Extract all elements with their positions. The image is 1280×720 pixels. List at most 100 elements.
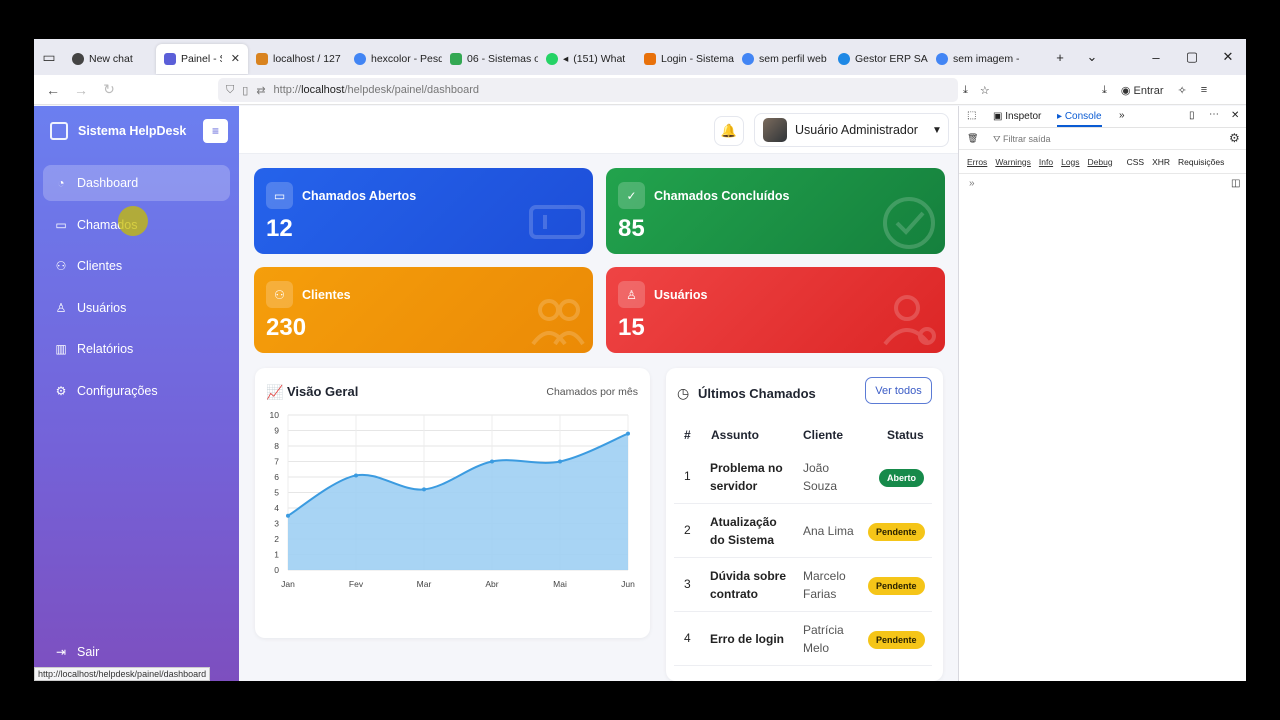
sidebar-item-label: Clientes <box>77 259 123 273</box>
x-tick-label: Mar <box>417 579 432 589</box>
category-logs[interactable]: Logs <box>1061 157 1079 167</box>
status-badge: Pendente <box>868 631 925 649</box>
user-menu[interactable]: Usuário Administrador ▼ <box>754 113 949 147</box>
logout-label: Sair <box>77 645 100 659</box>
tab-label: Login - Sistema <box>661 52 734 65</box>
forward-icon[interactable]: → <box>67 76 95 104</box>
tab-favicon-icon <box>936 52 948 65</box>
extensions-icon[interactable]: ✧ <box>1178 84 1187 97</box>
ticket-client: Ana Lima <box>803 524 854 538</box>
more-options-icon[interactable]: ⋯ <box>1209 109 1219 120</box>
data-point <box>422 487 426 492</box>
tab-login[interactable]: Login - Sistema <box>636 44 734 74</box>
sidebar-item-dashboard[interactable]: ◔ Dashboard <box>43 165 230 201</box>
console-filter-input[interactable] <box>1003 131 1193 147</box>
logout-button[interactable]: ⇥ Sair <box>43 634 230 670</box>
gear-icon[interactable]: ⚙ <box>1229 131 1240 145</box>
ticket-number: 4 <box>684 631 691 645</box>
address-bar[interactable]: ⛉ ▯ ⇄ http://localhost/helpdesk/painel/d… <box>218 78 958 102</box>
ticket-number: 2 <box>684 523 691 537</box>
minimize-icon[interactable]: – <box>1138 39 1174 75</box>
overview-title: Visão Geral <box>287 384 359 399</box>
category-css[interactable]: CSS <box>1127 157 1144 167</box>
tab-sem-perfil[interactable]: sem perfil web <box>734 44 830 74</box>
reload-icon[interactable]: ↻ <box>95 76 123 104</box>
downloads-icon[interactable]: ⤓ <box>1102 84 1107 97</box>
table-row[interactable]: 3 Dúvida sobre contrato Marcelo Farias P… <box>674 558 932 612</box>
tab-localhost[interactable]: localhost / 127 <box>248 44 346 74</box>
bell-icon[interactable]: 🔔 <box>714 116 744 146</box>
tab-inspector[interactable]: ▣ Inspetor <box>993 111 1041 122</box>
menu-icon[interactable]: ≡ <box>1201 84 1207 96</box>
latest-tickets-panel: ◷ Últimos Chamados Ver todos # Assunto C… <box>666 368 943 681</box>
save-page-icon[interactable]: ⤓ <box>963 84 968 97</box>
view-all-button[interactable]: Ver todos <box>865 377 932 404</box>
card-value: 85 <box>618 215 645 242</box>
user-icon: ♙ <box>55 301 67 315</box>
card-chamados-concluidos[interactable]: ✓ Chamados Concluídos 85 <box>606 168 945 254</box>
table-row[interactable]: 2 Atualização do Sistema Ana Lima Penden… <box>674 504 932 558</box>
toolbar-right: ⤓ ◉ Entrar ✧ ≡ <box>1102 75 1207 105</box>
y-tick-label: 5 <box>274 488 279 498</box>
col-header-num: # <box>684 428 691 442</box>
tab-whatsapp[interactable]: ◂ (151) What <box>538 44 636 74</box>
tab-list-icon[interactable]: ▭ <box>34 39 64 75</box>
menu-toggle-icon[interactable]: ≡ <box>203 119 228 143</box>
shield-icon[interactable]: ⛉ <box>226 84 234 97</box>
dock-icon[interactable]: ▯ <box>1189 110 1195 121</box>
close-devtools-icon[interactable]: ✕ <box>1231 110 1239 121</box>
more-tabs-icon[interactable]: » <box>1119 110 1125 121</box>
tab-label: Gestor ERP SA <box>855 52 928 65</box>
x-tick-label: Jan <box>281 579 295 589</box>
close-window-icon[interactable]: ✕ <box>1210 39 1246 75</box>
tab-favicon-icon <box>256 52 268 65</box>
pick-element-icon[interactable]: ⬚ <box>967 110 976 121</box>
tab-painel[interactable]: Painel - Siste ✕ <box>156 43 248 74</box>
tab-new-chat[interactable]: New chat <box>64 44 156 74</box>
table-row[interactable]: 4 Erro de login Patrícia Melo Pendente <box>674 612 932 666</box>
card-chamados-abertos[interactable]: ▭ Chamados Abertos 12 <box>254 168 593 254</box>
category-requests[interactable]: Requisições <box>1178 157 1224 167</box>
sidebar-item-relatorios[interactable]: ▥ Relatórios <box>43 331 230 367</box>
category-errors[interactable]: Erros <box>967 157 987 167</box>
card-clientes[interactable]: ⚇ Clientes 230 <box>254 267 593 353</box>
category-debug[interactable]: Debug <box>1088 157 1113 167</box>
page-icon[interactable]: ▯ <box>242 84 248 97</box>
y-tick-label: 6 <box>274 472 279 482</box>
category-info[interactable]: Info <box>1039 157 1053 167</box>
signin-button[interactable]: ◉ Entrar <box>1121 84 1164 97</box>
card-usuarios[interactable]: ♙ Usuários 15 <box>606 267 945 353</box>
brand[interactable]: Sistema HelpDesk <box>50 122 186 140</box>
maximize-icon[interactable]: ▢ <box>1174 39 1210 75</box>
url-host: localhost <box>301 84 345 96</box>
tab-console[interactable]: ▸ Console <box>1057 111 1102 127</box>
sidebar-item-usuarios[interactable]: ♙ Usuários <box>43 290 230 326</box>
sidebar: Sistema HelpDesk ≡ ◔ Dashboard ▭ Chamados … <box>34 106 239 681</box>
back-icon[interactable]: ← <box>39 76 67 104</box>
sidebar-item-clientes[interactable]: ⚇ Clientes <box>43 248 230 284</box>
sidebar-item-configuracoes[interactable]: ⚙ Configurações <box>43 373 230 409</box>
tab-gestor[interactable]: Gestor ERP SA <box>830 44 928 74</box>
tab-sistemas[interactable]: 06 - Sistemas o <box>442 44 538 74</box>
tab-favicon-icon <box>838 52 850 65</box>
tab-sem-imagem[interactable]: sem imagem - <box>928 44 1020 74</box>
new-tab-icon[interactable]: + <box>1042 39 1078 75</box>
console-categories: Erros Warnings Info Logs Debug CSS XHR R… <box>959 150 1246 174</box>
mute-icon[interactable]: ◂ <box>563 53 568 65</box>
table-row[interactable]: 1 Problema no servidor João Souza Aberto <box>674 450 932 504</box>
ticket-client: João Souza <box>803 461 838 493</box>
tab-label: (151) What <box>573 52 626 65</box>
bookmark-star-icon[interactable]: ☆ <box>980 84 990 97</box>
filter-icon: ⛛ <box>993 134 1001 144</box>
permissions-icon[interactable]: ⇄ <box>256 84 265 97</box>
trash-icon[interactable]: 🗑 <box>967 133 978 144</box>
card-label: Chamados Abertos <box>302 189 417 203</box>
tab-overflow-icon[interactable]: ⌄ <box>1074 39 1110 75</box>
tab-hexcolor[interactable]: hexcolor - Pesq <box>346 44 442 74</box>
category-xhr[interactable]: XHR <box>1152 157 1170 167</box>
category-warnings[interactable]: Warnings <box>995 157 1031 167</box>
console-prompt-icon[interactable]: » <box>969 178 975 189</box>
close-tab-icon[interactable]: ✕ <box>231 52 240 65</box>
status-badge: Pendente <box>868 577 925 595</box>
sidebar-toggle-icon[interactable]: ◫ <box>1231 178 1240 189</box>
